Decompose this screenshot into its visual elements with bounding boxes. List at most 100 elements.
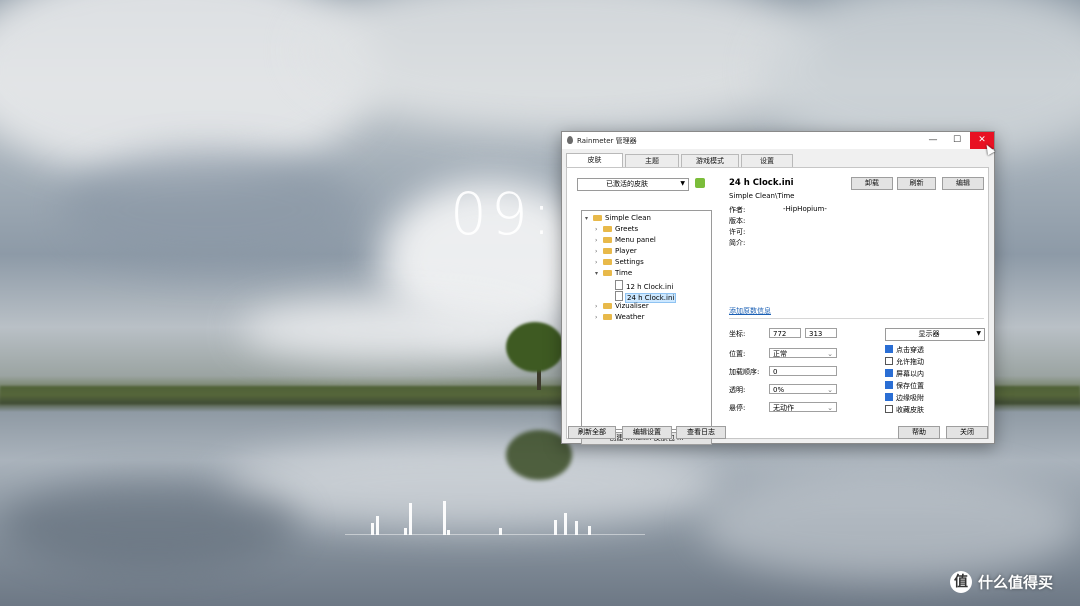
select-value: 正常 — [773, 350, 787, 358]
transparency-select[interactable]: 0% ⌄ — [769, 384, 837, 394]
folder-icon — [593, 215, 602, 221]
license-label: 许可: — [729, 228, 746, 236]
checkbox-label: 允许拖动 — [896, 358, 924, 366]
minimize-button[interactable]: — — [922, 132, 944, 149]
checkbox-box — [885, 405, 893, 413]
cloud-reflection — [700, 470, 1080, 580]
tree-node-label: Settings — [615, 258, 644, 266]
refresh-button[interactable]: 刷新 — [897, 177, 936, 190]
active-skins-dropdown[interactable]: 已激活的皮肤 ▼ — [577, 178, 689, 191]
checkbox-save-position[interactable]: 保存位置 — [885, 381, 924, 391]
cloud-reflection — [0, 480, 300, 570]
visualizer-bar — [564, 513, 567, 535]
tab-skins[interactable]: 皮肤 — [566, 153, 623, 168]
visualizer-bar — [409, 503, 412, 535]
tab-game-mode[interactable]: 游戏模式 — [681, 154, 739, 168]
chevron-down-icon: ⌄ — [827, 404, 833, 412]
edit-button[interactable]: 编辑 — [942, 177, 984, 190]
checkbox-box — [885, 369, 893, 377]
watermark-text: 什么值得买 — [978, 573, 1054, 592]
position-select[interactable]: 正常 ⌄ — [769, 348, 837, 358]
tree-node-24h-clock[interactable]: 24 h Clock.ini — [615, 290, 677, 303]
title-bar[interactable]: Rainmeter 管理器 — ☐ ✕ — [562, 132, 994, 149]
rainmeter-manager-window: Rainmeter 管理器 — ☐ ✕ 皮肤 主题 游戏模式 设置 已激活的皮肤… — [561, 131, 995, 445]
checkbox-keep-on-screen[interactable]: 屏幕以内 — [885, 369, 924, 379]
edit-settings-button[interactable]: 编辑设置 — [622, 426, 672, 439]
help-button[interactable]: 帮助 — [898, 426, 940, 439]
visualizer-baseline — [345, 534, 645, 535]
checkbox-label: 点击穿透 — [896, 346, 924, 354]
checkbox-draggable[interactable]: 允许拖动 — [885, 357, 924, 367]
transparency-label: 透明: — [729, 386, 746, 394]
tree-node-12h-clock[interactable]: 12 h Clock.ini — [615, 279, 673, 291]
view-log-button[interactable]: 查看日志 — [676, 426, 726, 439]
folder-icon — [603, 314, 612, 320]
cloud — [300, 0, 820, 130]
hover-label: 悬停: — [729, 404, 746, 412]
checkbox-box — [885, 393, 893, 401]
maximize-button[interactable]: ☐ — [946, 132, 968, 149]
tree-node-time[interactable]: ▾ Time — [595, 268, 632, 279]
close-button[interactable]: 关闭 — [946, 426, 988, 439]
coord-x-field[interactable]: 772 — [769, 328, 801, 338]
watermark: 值什么值得买 — [950, 571, 1053, 595]
file-icon — [615, 280, 623, 290]
skins-panel: 已激活的皮肤 ▼ ▾ Simple Clean › Greets › Menu pan… — [566, 167, 989, 445]
visualizer-bar — [575, 521, 578, 535]
folder-icon — [603, 226, 612, 232]
author-value: -HipHopium- — [783, 205, 827, 213]
chevron-down-icon: ⌄ — [827, 386, 833, 394]
tree-node-label: Menu panel — [615, 236, 656, 244]
tree-node-label: Greets — [615, 225, 639, 233]
tree-node-label: Simple Clean — [605, 214, 651, 222]
tab-settings[interactable]: 设置 — [741, 154, 793, 168]
tree-node-weather[interactable]: › Weather — [595, 312, 644, 323]
skin-path: Simple Clean\Time — [729, 192, 795, 200]
refresh-all-button[interactable]: 刷新全部 — [568, 426, 616, 439]
cloud — [60, 150, 360, 270]
rainmeter-droplet-icon — [567, 136, 573, 144]
select-value: 无动作 — [773, 404, 794, 412]
skins-tree[interactable]: ▾ Simple Clean › Greets › Menu panel › Playe… — [581, 210, 712, 430]
checkbox-box — [885, 381, 893, 389]
file-icon — [615, 291, 623, 301]
folder-icon — [603, 270, 612, 276]
tree-node-settings[interactable]: › Settings — [595, 257, 644, 268]
tab-themes[interactable]: 主题 — [625, 154, 679, 168]
tree-node-root[interactable]: ▾ Simple Clean — [585, 213, 651, 224]
monitor-dropdown[interactable]: 显示器 ▼ — [885, 328, 985, 341]
checkbox-label: 收藏皮肤 — [896, 406, 924, 414]
tree-node-player[interactable]: › Player — [595, 246, 637, 257]
add-metadata-link[interactable]: 添加原数信息 — [729, 306, 771, 316]
version-label: 版本: — [729, 217, 746, 225]
coords-label: 坐标: — [729, 330, 746, 338]
cloud — [240, 300, 540, 360]
tree-node-label: Player — [615, 247, 637, 255]
dropdown-value: 已激活的皮肤 — [606, 180, 648, 188]
tree — [506, 322, 564, 372]
checkbox-snap-edges[interactable]: 边缘吸附 — [885, 393, 924, 403]
folder-icon — [603, 259, 612, 265]
unload-button[interactable]: 卸载 — [851, 177, 893, 190]
checkbox-label: 边缘吸附 — [896, 394, 924, 402]
select-value: 0% — [773, 386, 785, 394]
visualizer-bar — [443, 501, 446, 535]
smzdm-logo-icon: 值 — [950, 571, 972, 593]
tree-node-vizualiser[interactable]: › Vizualiser — [595, 301, 649, 312]
tree-node-menu-panel[interactable]: › Menu panel — [595, 235, 656, 246]
checkbox-favorite[interactable]: 收藏皮肤 — [885, 405, 924, 415]
add-skin-icon[interactable] — [695, 178, 705, 188]
checkbox-click-through[interactable]: 点击穿透 — [885, 345, 924, 355]
coord-y-field[interactable]: 313 — [805, 328, 837, 338]
position-label: 位置: — [729, 350, 746, 358]
author-label: 作者: — [729, 206, 746, 214]
window-title: Rainmeter 管理器 — [577, 137, 637, 145]
hover-select[interactable]: 无动作 ⌄ — [769, 402, 837, 412]
checkbox-box — [885, 357, 893, 365]
tree-node-label: Time — [615, 269, 633, 277]
chevron-down-icon: ▼ — [680, 180, 685, 187]
tree-node-greets[interactable]: › Greets — [595, 224, 638, 235]
load-order-field[interactable]: 0 — [769, 366, 837, 376]
folder-icon — [603, 303, 612, 309]
chevron-down-icon: ⌄ — [827, 350, 833, 358]
